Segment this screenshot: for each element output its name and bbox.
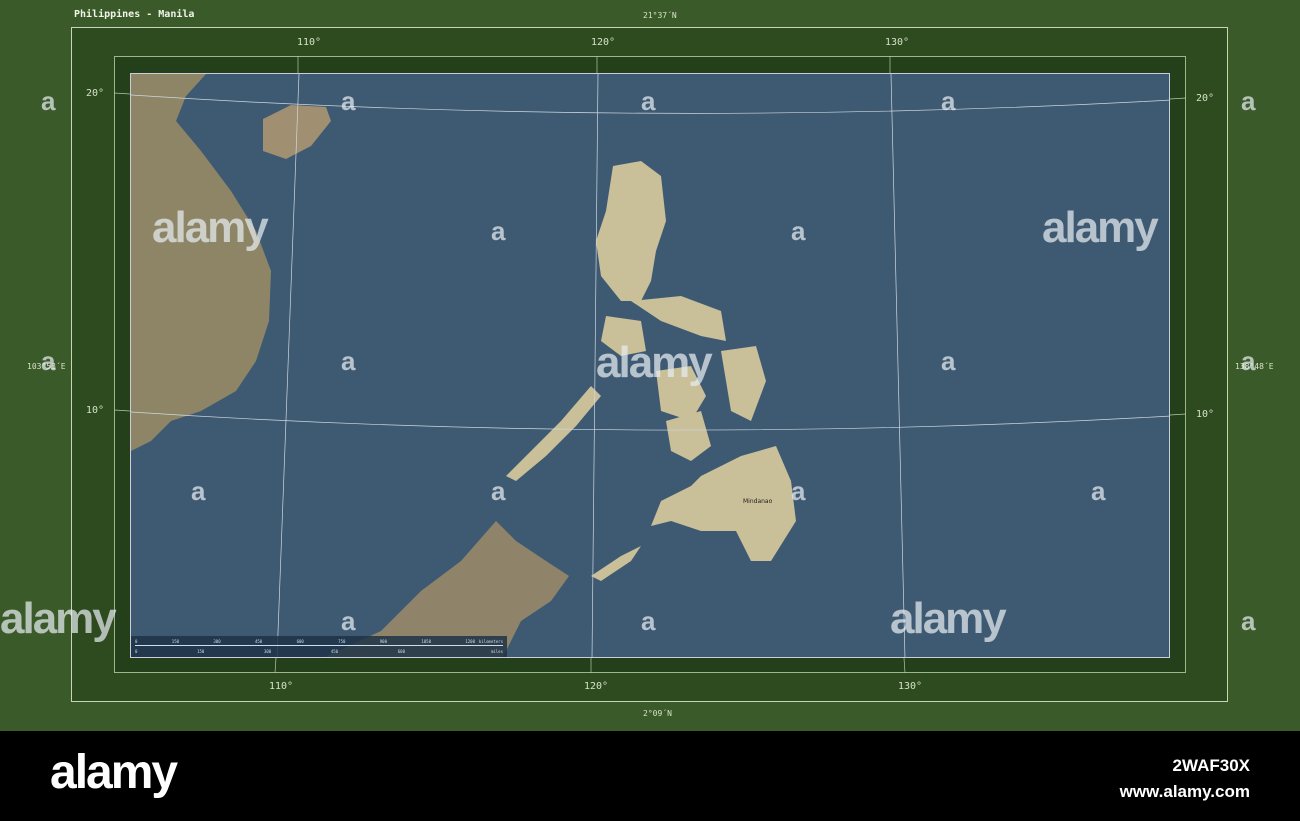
watermark: a [941,86,956,116]
watermark: a [641,606,656,636]
place-label-mindanao: Mindanao [743,498,773,505]
watermark: a [341,346,356,376]
watermark: alamy [596,338,713,387]
watermark: a [491,216,506,246]
watermark: a [1091,476,1106,506]
scale-mi: 0 150 300 450 600 [135,649,405,654]
image-info: 2WAF30X www.alamy.com [1120,753,1250,805]
watermark: a [1241,606,1256,636]
watermark: a [491,476,506,506]
stock-footer: alamy 2WAF30X www.alamy.com [0,731,1300,821]
watermark: alamy [0,594,117,643]
site-url[interactable]: www.alamy.com [1120,779,1250,805]
map-poster: Philippines - Manila 21°37´N 2°09´N 103°… [0,0,1300,731]
watermark: a [791,476,806,506]
watermark: a [1241,86,1256,116]
watermark: a [341,86,356,116]
watermark: alamy [152,203,269,252]
alamy-logo: alamy [50,746,178,799]
scale-km: 0 150 300 450 600 750 900 1050 1200 [135,639,475,644]
watermark: a [41,86,56,116]
watermark: a [941,346,956,376]
watermark: a [341,606,356,636]
watermark: a [641,86,656,116]
watermark: alamy [890,594,1007,643]
watermark: a [1241,346,1256,376]
image-id: 2WAF30X [1172,756,1250,775]
scale-bar: 0 150 300 450 600 750 900 1050 1200 kilometers 0… [131,636,507,657]
watermark: a [791,216,806,246]
watermark: a [41,346,56,376]
watermark: a [191,476,206,506]
watermark: alamy [1042,203,1159,252]
